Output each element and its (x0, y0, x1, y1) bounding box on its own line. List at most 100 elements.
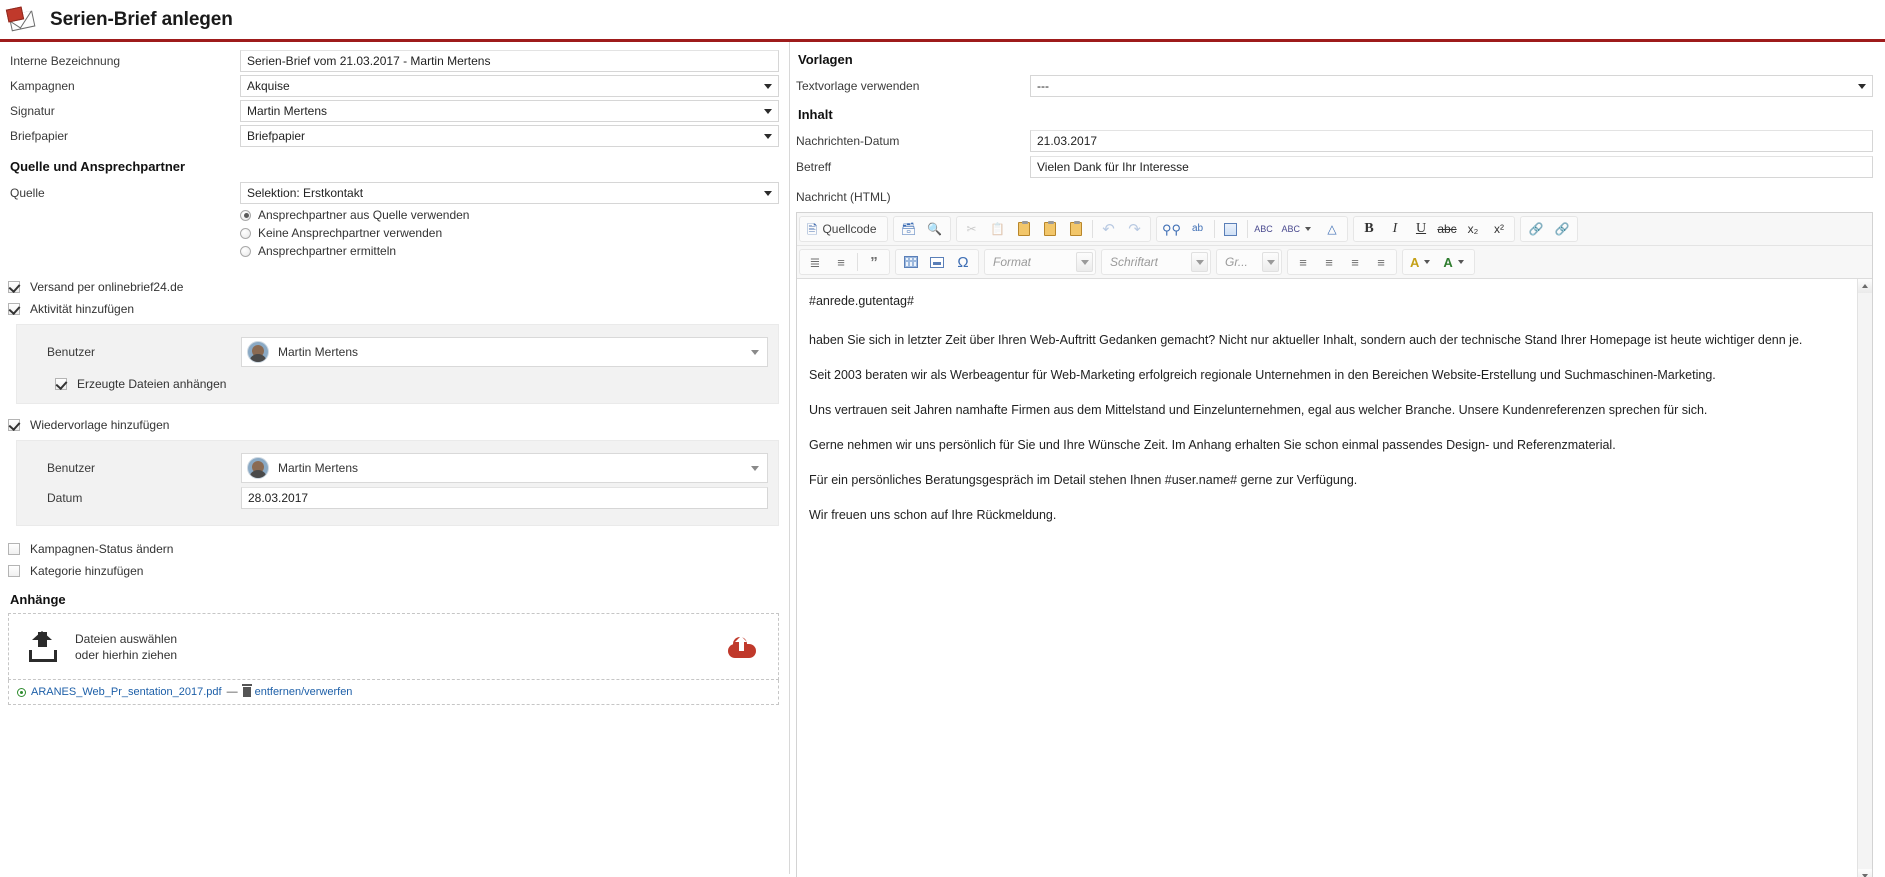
field-wiedervorlage-benutzer: Benutzer Martin Mertens (17, 453, 768, 483)
wiedervorlage-datum-input[interactable] (241, 487, 768, 509)
table-button[interactable] (899, 251, 923, 273)
checkbox-indicator[interactable] (8, 303, 20, 315)
undo-button[interactable]: ↶ (1097, 218, 1121, 240)
save-button[interactable]: 🗃 (897, 218, 921, 240)
field-nachrichten-datum: Nachrichten-Datum (796, 130, 1873, 152)
bulleted-list-icon: ≡ (837, 254, 845, 270)
unlink-button[interactable]: 🔗 (1550, 218, 1574, 240)
avatar (247, 457, 269, 479)
radio-indicator[interactable] (240, 227, 251, 239)
attachment-dropzone[interactable]: Dateien auswählen oder hierhin ziehen (8, 613, 779, 680)
copy-button[interactable]: 📋 (986, 218, 1010, 240)
italic-button[interactable]: I (1383, 218, 1407, 240)
remove-format-button[interactable]: △ (1320, 218, 1344, 240)
align-justify-button[interactable]: ≡ (1369, 251, 1393, 273)
toolbar-separator (1091, 220, 1093, 238)
horizontal-rule-button[interactable] (925, 251, 949, 273)
toolbar-group-insert: Ω (895, 249, 979, 275)
paste-button[interactable] (1012, 218, 1036, 240)
right-content-column: Vorlagen Textvorlage verwenden --- Inhal… (790, 42, 1885, 877)
paste-word-button[interactable] (1064, 218, 1088, 240)
redo-button[interactable]: ↷ (1123, 218, 1147, 240)
link-button[interactable]: 🔗 (1524, 218, 1548, 240)
aktivitaet-benutzer-select[interactable]: Martin Mertens (241, 337, 768, 367)
align-center-button[interactable]: ≡ (1317, 251, 1341, 273)
scroll-down-icon[interactable] (1858, 869, 1872, 877)
radio-keine-ansprechpartner[interactable]: Keine Ansprechpartner verwenden (8, 226, 779, 240)
checkbox-indicator[interactable] (8, 543, 20, 555)
editor-paragraph: Seit 2003 beraten wir als Werbeagentur f… (809, 368, 1716, 382)
checkbox-indicator[interactable] (55, 378, 67, 390)
checkbox-kampagnen-status-aendern[interactable]: Kampagnen-Status ändern (8, 542, 779, 556)
radio-indicator[interactable] (240, 245, 251, 257)
label-interne-bezeichnung: Interne Bezeichnung (10, 54, 121, 68)
attachment-remove-link[interactable]: entfernen/verwerfen (255, 686, 353, 698)
textvorlage-select[interactable]: --- (1030, 75, 1873, 97)
cut-button[interactable]: ✂ (960, 218, 984, 240)
briefpapier-select[interactable]: Briefpapier (240, 125, 779, 147)
align-left-button[interactable]: ≡ (1291, 251, 1315, 273)
left-form-column: Interne Bezeichnung Kampagnen Akquise (0, 42, 789, 874)
dropzone-line2: oder hierhin ziehen (75, 647, 178, 662)
betreff-input[interactable] (1030, 156, 1873, 178)
text-color-button[interactable]: A (1406, 251, 1437, 273)
spellcheck-button[interactable]: ABC (1252, 218, 1276, 240)
select-all-button[interactable] (1219, 218, 1243, 240)
checkbox-indicator[interactable] (8, 281, 20, 293)
avatar (247, 341, 269, 363)
format-select[interactable]: Format (984, 249, 1096, 275)
spellcheck-options-button[interactable]: ABC (1278, 218, 1319, 240)
strike-button[interactable]: abc (1435, 218, 1459, 240)
signatur-select[interactable]: Martin Mertens (240, 100, 779, 122)
attachment-file-link[interactable]: ARANES_Web_Pr_sentation_2017.pdf (31, 686, 222, 698)
subscript-icon: x₂ (1467, 222, 1479, 236)
bold-button[interactable]: B (1357, 218, 1381, 240)
bulleted-list-button[interactable]: ≡ (829, 251, 853, 273)
numbered-list-button[interactable]: ≣ (803, 251, 827, 273)
upload-icon (27, 630, 59, 662)
toolbar-group-find: ⚲⚲ ab ABC ABC △ (1155, 216, 1349, 242)
blockquote-icon: ” (870, 253, 878, 271)
checkbox-versand-onlinebrief24[interactable]: Versand per onlinebrief24.de (8, 280, 779, 294)
separator: — (226, 686, 238, 698)
trash-icon[interactable] (241, 684, 252, 697)
toolbar-separator (857, 253, 858, 271)
editor-body[interactable]: #anrede.gutentag# haben Sie sich in letz… (797, 279, 1872, 877)
checkbox-erzeugte-dateien-anhaengen[interactable]: Erzeugte Dateien anhängen (17, 377, 768, 391)
checkbox-indicator[interactable] (8, 419, 20, 431)
underline-button[interactable]: U (1409, 218, 1433, 240)
superscript-button[interactable]: x² (1487, 218, 1511, 240)
preview-button[interactable]: 🔍 (923, 218, 947, 240)
checkbox-wiedervorlage-hinzufuegen[interactable]: Wiedervorlage hinzufügen (8, 418, 779, 432)
size-select[interactable]: Gr... (1216, 249, 1282, 275)
label-quelle: Quelle (10, 186, 45, 200)
scroll-up-icon[interactable] (1858, 279, 1872, 293)
checkbox-kategorie-hinzufuegen[interactable]: Kategorie hinzufügen (8, 564, 779, 578)
letter-stamp-icon (5, 5, 38, 33)
font-select[interactable]: Schriftart (1101, 249, 1211, 275)
italic-icon: I (1392, 221, 1398, 236)
radio-indicator[interactable] (240, 209, 251, 221)
checkbox-aktivitaet-hinzufuegen[interactable]: Aktivität hinzufügen (8, 302, 779, 316)
editor-scrollbar[interactable] (1857, 279, 1872, 877)
paste-text-button[interactable] (1038, 218, 1062, 240)
align-right-button[interactable]: ≡ (1343, 251, 1367, 273)
bg-color-button[interactable]: A (1439, 251, 1470, 273)
find-button[interactable]: ⚲⚲ (1160, 218, 1184, 240)
subscript-button[interactable]: x₂ (1461, 218, 1485, 240)
chevron-down-icon (764, 109, 772, 114)
interne-bezeichnung-input[interactable] (240, 50, 779, 72)
wiedervorlage-benutzer-select[interactable]: Martin Mertens (241, 453, 768, 483)
quelle-select[interactable]: Selektion: Erstkontakt (240, 182, 779, 204)
replace-button[interactable]: ab (1186, 218, 1210, 240)
html-editor: 🖹 Quellcode 🗃 🔍 ✂ 📋 ↶ ↷ ⚲⚲ ab ABC ABC △ … (796, 212, 1873, 877)
special-char-button[interactable]: Ω (951, 251, 975, 273)
kampagnen-select[interactable]: Akquise (240, 75, 779, 97)
blockquote-button[interactable]: ” (862, 251, 886, 273)
source-code-button[interactable]: 🖹 Quellcode (803, 218, 884, 240)
radio-ansprechpartner-aus-quelle[interactable]: Ansprechpartner aus Quelle verwenden (8, 208, 779, 222)
nachrichten-datum-input[interactable] (1030, 130, 1873, 152)
text-color-icon: A (1410, 254, 1420, 270)
checkbox-indicator[interactable] (8, 565, 20, 577)
radio-ansprechpartner-ermitteln[interactable]: Ansprechpartner ermitteln (8, 244, 779, 258)
